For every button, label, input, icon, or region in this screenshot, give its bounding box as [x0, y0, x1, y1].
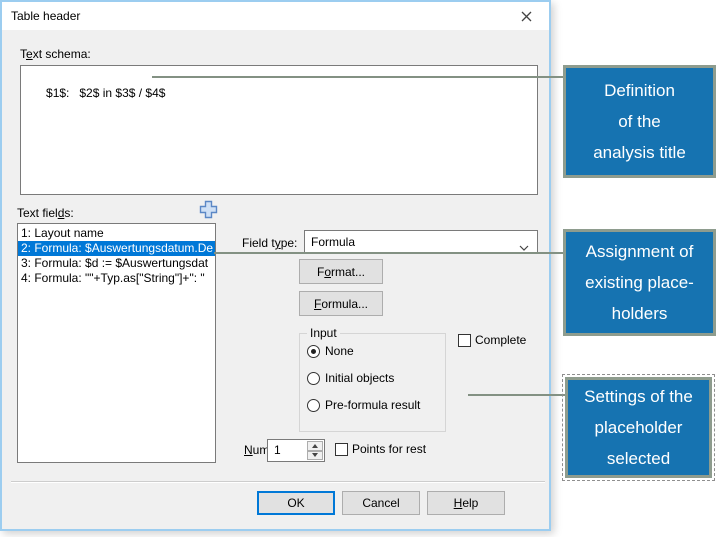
dialog-title: Table header [2, 9, 80, 23]
text-schema-editor[interactable]: $1$: $2$ in $3$ / $4$ [20, 65, 538, 195]
titlebar[interactable]: Table header [2, 2, 549, 30]
radio-icon [307, 372, 320, 385]
connector-line-settings [468, 394, 565, 396]
divider [11, 481, 545, 483]
number-value: 1 [274, 443, 281, 457]
page: Table header Text schema: $1$: $2$ in $3… [0, 0, 719, 537]
radio-initial-objects[interactable]: Initial objects [307, 371, 394, 385]
points-for-rest-checkbox[interactable]: Points for rest [335, 442, 426, 456]
number-stepper[interactable]: 1 [267, 439, 325, 462]
format-button[interactable]: Format... [299, 259, 383, 284]
formula-button[interactable]: Formula... [299, 291, 383, 316]
ok-button[interactable]: OK [257, 491, 335, 515]
text-schema-label: Text schema: [20, 47, 91, 61]
callout-assignment: Assignment of existing place- holders [563, 229, 716, 336]
text-fields-label: Text fields: [17, 206, 74, 220]
connector-line-schema [152, 76, 563, 78]
cancel-button[interactable]: Cancel [342, 491, 420, 515]
add-field-icon[interactable] [199, 200, 218, 219]
input-group-legend: Input [307, 326, 340, 340]
table-header-dialog: Table header Text schema: $1$: $2$ in $3… [0, 0, 551, 531]
text-fields-list[interactable]: 1: Layout name 2: Formula: $Auswertungsd… [17, 223, 216, 463]
checkbox-icon [335, 443, 348, 456]
radio-pre-formula-result[interactable]: Pre-formula result [307, 398, 420, 412]
schema-content: $1$: $2$ in $3$ / $4$ [46, 86, 165, 100]
connector-line-fields [214, 252, 563, 254]
radio-icon [307, 345, 320, 358]
spin-down-icon[interactable] [307, 451, 323, 461]
checkbox-icon [458, 334, 471, 347]
spin-up-icon[interactable] [307, 441, 323, 451]
help-button[interactable]: Help [427, 491, 505, 515]
list-item[interactable]: 4: Formula: ""+Typ.as["String"]+": " [18, 271, 215, 286]
complete-checkbox[interactable]: Complete [458, 333, 526, 347]
field-type-label: Field type: [242, 236, 297, 250]
callout-settings[interactable]: Settings of the placeholder selected [565, 377, 712, 478]
field-type-value: Formula [311, 235, 355, 249]
close-icon[interactable] [504, 2, 549, 30]
list-item[interactable]: 2: Formula: $Auswertungsdatum.De [18, 241, 215, 256]
list-item[interactable]: 1: Layout name [18, 226, 215, 241]
list-item[interactable]: 3: Formula: $d := $Auswertungsdat [18, 256, 215, 271]
field-type-dropdown[interactable]: Formula [304, 230, 538, 254]
radio-icon [307, 399, 320, 412]
radio-none[interactable]: None [307, 344, 354, 358]
callout-definition: Definition of the analysis title [563, 65, 716, 178]
